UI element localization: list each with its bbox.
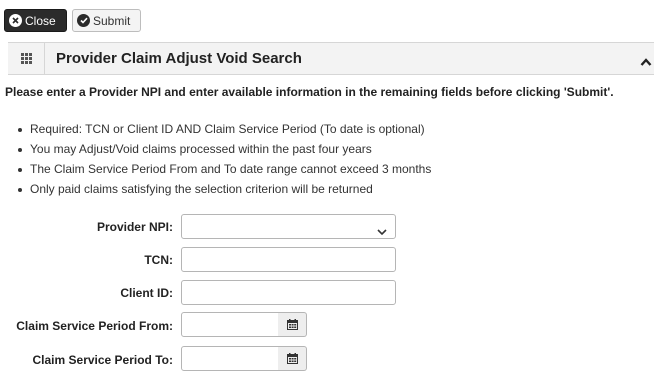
list-item: The Claim Service Period From and To dat…	[18, 162, 431, 182]
calendar-icon	[286, 319, 298, 330]
list-item: Only paid claims satisfying the selectio…	[18, 182, 431, 202]
panel-title: Provider Claim Adjust Void Search	[56, 50, 302, 67]
list-item: Required: TCN or Client ID AND Claim Ser…	[18, 122, 431, 142]
period-to-input[interactable]	[181, 346, 279, 371]
toolbar: Close Submit	[4, 9, 141, 32]
grid-icon	[8, 43, 45, 74]
panel-header: Provider Claim Adjust Void Search	[8, 42, 654, 75]
period-from-input[interactable]	[181, 312, 279, 337]
provider-npi-label: Provider NPI:	[96, 220, 173, 234]
close-button-label: Close	[25, 13, 56, 28]
requirements-list: Required: TCN or Client ID AND Claim Ser…	[18, 122, 431, 202]
provider-npi-select[interactable]	[181, 214, 396, 239]
client-id-label: Client ID:	[120, 286, 173, 300]
tcn-label: TCN:	[144, 253, 173, 267]
submit-button[interactable]: Submit	[72, 9, 141, 32]
period-from-calendar-button[interactable]	[278, 312, 307, 337]
tcn-input[interactable]	[181, 247, 396, 272]
chevron-up-icon[interactable]	[640, 54, 652, 66]
submit-button-label: Submit	[93, 13, 131, 28]
period-to-calendar-button[interactable]	[278, 346, 307, 371]
check-circle-icon	[77, 14, 90, 27]
close-circle-icon	[9, 14, 22, 27]
list-item: You may Adjust/Void claims processed wit…	[18, 142, 431, 162]
period-to-label: Claim Service Period To:	[32, 353, 174, 367]
period-from-label: Claim Service Period From:	[16, 319, 173, 333]
close-button[interactable]: Close	[4, 9, 67, 32]
chevron-down-icon	[377, 223, 387, 236]
client-id-input[interactable]	[181, 280, 396, 305]
calendar-icon	[286, 353, 298, 364]
instruction-text: Please enter a Provider NPI and enter av…	[5, 85, 614, 99]
